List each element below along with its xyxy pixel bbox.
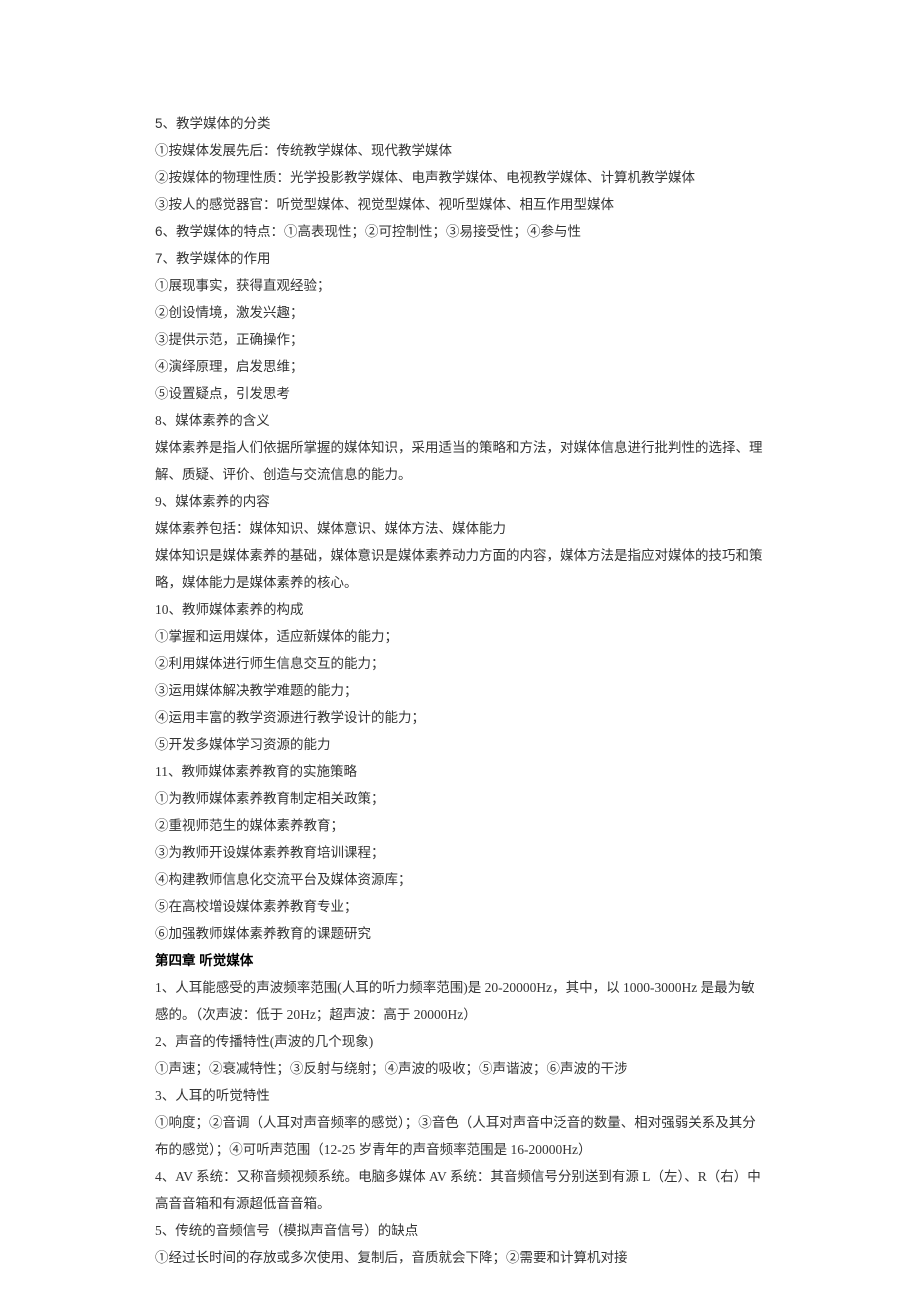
text-line: ①为教师媒体素养教育制定相关政策； — [155, 785, 765, 812]
text-line: 11、教师媒体素养教育的实施策略 — [155, 758, 765, 785]
text-line: ⑤在高校增设媒体素养教育专业； — [155, 893, 765, 920]
text-line: ④构建教师信息化交流平台及媒体资源库； — [155, 866, 765, 893]
text-line: 4、AV 系统：又称音频视频系统。电脑多媒体 AV 系统：其音频信号分别送到有源… — [155, 1163, 765, 1217]
text-line: ③为教师开设媒体素养教育培训课程； — [155, 839, 765, 866]
text-line: ②利用媒体进行师生信息交互的能力； — [155, 650, 765, 677]
text-line: ③提供示范，正确操作； — [155, 326, 765, 353]
text-line: ③按人的感觉器官：听觉型媒体、视觉型媒体、视听型媒体、相互作用型媒体 — [155, 191, 765, 218]
text-line: ⑥加强教师媒体素养教育的课题研究 — [155, 920, 765, 947]
text-line: 媒体素养是指人们依据所掌握的媒体知识，采用适当的策略和方法，对媒体信息进行批判性… — [155, 434, 765, 488]
text-line: ①响度；②音调（人耳对声音频率的感觉）；③音色（人耳对声音中泛音的数量、相对强弱… — [155, 1109, 765, 1163]
text-line: ②重视师范生的媒体素养教育； — [155, 812, 765, 839]
text-line: 2、声音的传播特性(声波的几个现象) — [155, 1028, 765, 1055]
text-line: ④演绎原理，启发思维； — [155, 353, 765, 380]
text-line: ④运用丰富的教学资源进行教学设计的能力； — [155, 704, 765, 731]
text-line: 第四章 听觉媒体 — [155, 947, 765, 974]
text-line: 媒体知识是媒体素养的基础，媒体意识是媒体素养动力方面的内容，媒体方法是指应对媒体… — [155, 542, 765, 596]
text-line: ⑤开发多媒体学习资源的能力 — [155, 731, 765, 758]
text-line: ①经过长时间的存放或多次使用、复制后，音质就会下降；②需要和计算机对接 — [155, 1244, 765, 1271]
text-line: 10、教师媒体素养的构成 — [155, 596, 765, 623]
text-line: ③运用媒体解决教学难题的能力； — [155, 677, 765, 704]
text-line: 3、人耳的听觉特性 — [155, 1082, 765, 1109]
text-line: ②创设情境，激发兴趣； — [155, 299, 765, 326]
text-line: ①掌握和运用媒体，适应新媒体的能力； — [155, 623, 765, 650]
text-line: ⑤设置疑点，引发思考 — [155, 380, 765, 407]
text-line: ①声速；②衰减特性；③反射与绕射；④声波的吸收；⑤声谐波；⑥声波的干涉 — [155, 1055, 765, 1082]
text-line: 媒体素养包括：媒体知识、媒体意识、媒体方法、媒体能力 — [155, 515, 765, 542]
text-line: ②按媒体的物理性质：光学投影教学媒体、电声教学媒体、电视教学媒体、计算机教学媒体 — [155, 164, 765, 191]
text-line: 6、教学媒体的特点：①高表现性；②可控制性；③易接受性；④参与性 — [155, 218, 765, 245]
text-line: ①展现事实，获得直观经验； — [155, 272, 765, 299]
text-line: 7、教学媒体的作用 — [155, 245, 765, 272]
text-line: 8、媒体素养的含义 — [155, 407, 765, 434]
text-line: ①按媒体发展先后：传统教学媒体、现代教学媒体 — [155, 137, 765, 164]
text-line: 5、教学媒体的分类 — [155, 110, 765, 137]
text-line: 9、媒体素养的内容 — [155, 488, 765, 515]
text-line: 1、人耳能感受的声波频率范围(人耳的听力频率范围)是 20-20000Hz，其中… — [155, 974, 765, 1028]
text-line: 5、传统的音频信号（模拟声音信号）的缺点 — [155, 1217, 765, 1244]
